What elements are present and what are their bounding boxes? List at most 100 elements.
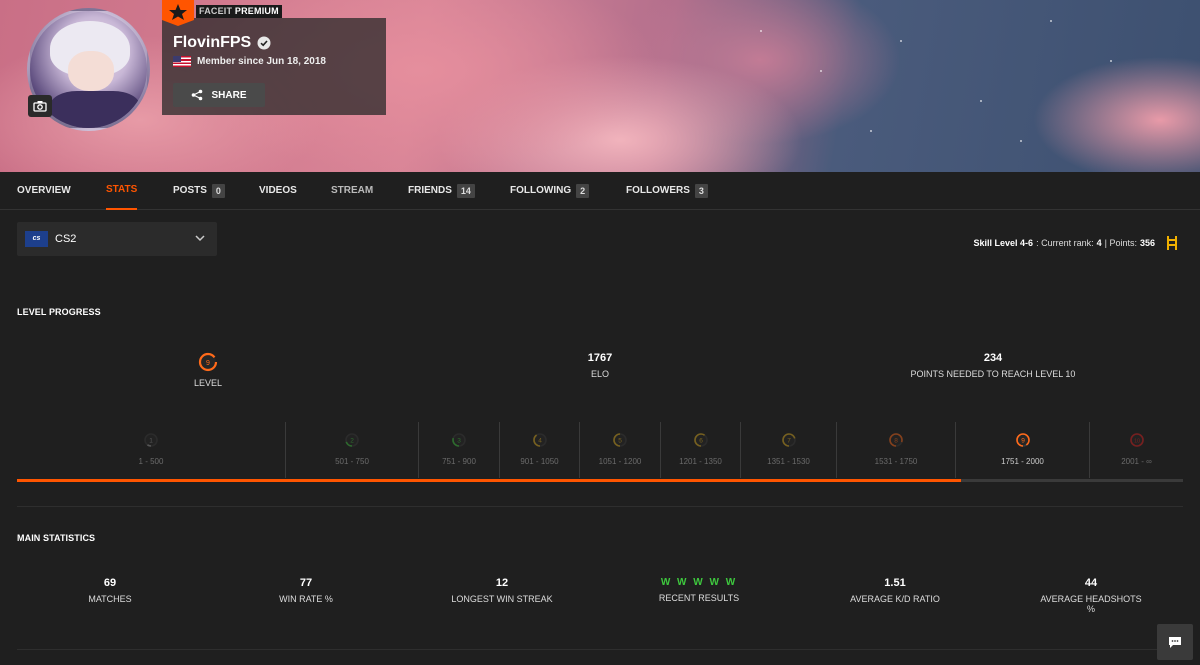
level-8-icon: 8 <box>889 433 903 447</box>
level-segment-9: 9 1751 - 2000 <box>955 422 1089 478</box>
username-text: FlovinFPS <box>173 34 252 51</box>
svg-text:6: 6 <box>699 438 703 445</box>
level-progress-fill <box>17 479 962 482</box>
chevron-down-icon <box>195 235 205 242</box>
tab-videos[interactable]: VIDEOS <box>259 172 297 210</box>
tab-overview[interactable]: OVERVIEW <box>17 172 71 210</box>
level-9-icon: 9 <box>198 352 218 372</box>
member-since: Member since Jun 18, 2018 <box>173 56 326 67</box>
cs2-logo-icon: cs <box>25 231 48 247</box>
recent-results-value: W W W W W <box>660 577 738 588</box>
divider <box>17 506 1183 507</box>
game-select[interactable]: cs CS2 <box>17 222 217 256</box>
stat-recent-results: W W W W W RECENT RESULTS <box>659 577 739 603</box>
posts-count-badge: 0 <box>211 184 225 198</box>
following-count-badge: 2 <box>576 184 590 198</box>
divider <box>17 649 1183 650</box>
level-1-icon: 1 <box>144 433 158 447</box>
level-range: 501 - 750 <box>335 457 369 466</box>
svg-text:9: 9 <box>206 360 210 367</box>
share-label: SHARE <box>211 89 247 101</box>
points-label: | Points: <box>1104 238 1137 248</box>
stat-value: 77 <box>299 577 313 589</box>
elo-value: 1767 <box>587 352 613 364</box>
stat-matches: 69 MATCHES <box>88 577 131 604</box>
svg-text:8: 8 <box>894 438 898 445</box>
level-segment-8: 8 1531 - 1750 <box>836 422 955 478</box>
stat-label: WIN RATE % <box>279 594 333 604</box>
tab-stats[interactable]: STATS <box>106 172 138 210</box>
stat-value: 44 <box>1084 577 1098 589</box>
followers-count-badge: 3 <box>694 184 708 198</box>
level-range: 1 - 500 <box>138 457 164 466</box>
game-select-value: CS2 <box>55 233 77 245</box>
ladder-icon[interactable] <box>1166 236 1178 250</box>
level-range: 751 - 900 <box>442 457 476 466</box>
friends-count-badge: 14 <box>456 184 475 198</box>
tab-friends[interactable]: FRIENDS 14 <box>408 172 475 210</box>
tab-stream[interactable]: STREAM <box>331 172 373 210</box>
tab-posts[interactable]: POSTS 0 <box>173 172 225 210</box>
stat-label: RECENT RESULTS <box>658 593 740 603</box>
stat-label: LONGEST WIN STREAK <box>451 594 553 604</box>
level-3-icon: 3 <box>452 433 466 447</box>
level-range: 2001 - ∞ <box>1121 457 1152 466</box>
svg-text:5: 5 <box>618 438 622 445</box>
svg-text:3: 3 <box>457 438 461 445</box>
stat-longest-win-streak: 12 LONGEST WIN STREAK <box>451 577 552 604</box>
level-segment-10: 10 2001 - ∞ <box>1089 422 1183 478</box>
current-rank: 4 <box>1096 238 1102 248</box>
svg-text:2: 2 <box>350 438 354 445</box>
level-progress-title: LEVEL PROGRESS <box>17 307 101 317</box>
points-value: 356 <box>1139 238 1155 248</box>
stat-kd-ratio: 1.51 AVERAGE K/D RATIO <box>850 577 940 604</box>
share-button[interactable]: SHARE <box>173 83 265 107</box>
level-range: 901 - 1050 <box>520 457 559 466</box>
stat-headshots: 44 AVERAGE HEADSHOTS % <box>1037 577 1146 614</box>
stat-label: AVERAGE K/D RATIO <box>850 594 940 604</box>
stat-value: 12 <box>495 577 509 589</box>
camera-icon[interactable] <box>28 95 52 117</box>
stat-win-rate: 77 WIN RATE % <box>279 577 333 604</box>
level-segment-2: 2 501 - 750 <box>285 422 418 478</box>
verified-icon <box>257 36 271 50</box>
svg-text:4: 4 <box>538 438 542 445</box>
stat-value: 69 <box>103 577 117 589</box>
stat-label: MATCHES <box>88 594 132 604</box>
svg-text:10: 10 <box>1133 439 1139 445</box>
level-segment-6: 6 1201 - 1350 <box>660 422 740 478</box>
level-segment-1: 1 1 - 500 <box>17 422 285 478</box>
svg-text:1: 1 <box>149 438 153 445</box>
skill-info: Skill Level 4-6: Current rank: 4 | Point… <box>974 236 1178 250</box>
current-level: 9 LEVEL <box>194 352 222 388</box>
tab-following[interactable]: FOLLOWING 2 <box>510 172 590 210</box>
username: FlovinFPS <box>173 34 271 52</box>
level-2-icon: 2 <box>345 433 359 447</box>
level-5-icon: 5 <box>613 433 627 447</box>
main-statistics-title: MAIN STATISTICS <box>17 533 96 543</box>
level-6-icon: 6 <box>693 433 708 447</box>
member-since-text: Member since Jun 18, 2018 <box>197 56 326 67</box>
premium-label: FACEIT PREMIUM <box>196 5 282 18</box>
level-7-icon: 7 <box>781 433 796 447</box>
points-needed-value: 234 <box>983 352 1003 364</box>
rank-label: : Current rank: <box>1036 238 1094 248</box>
points-needed-label: POINTS NEEDED TO REACH LEVEL 10 <box>910 369 1076 379</box>
level-9-icon: 9 <box>1015 433 1030 447</box>
share-icon <box>192 89 203 101</box>
level-range: 1751 - 2000 <box>1001 457 1044 466</box>
svg-text:7: 7 <box>787 438 791 445</box>
chat-button[interactable] <box>1157 624 1193 660</box>
level-label: LEVEL <box>193 378 223 388</box>
level-segment-5: 5 1051 - 1200 <box>579 422 660 478</box>
stat-label: AVERAGE HEADSHOTS % <box>1040 594 1142 614</box>
level-4-icon: 4 <box>532 433 547 447</box>
level-range: 1531 - 1750 <box>874 457 918 466</box>
chat-icon <box>1169 636 1181 648</box>
level-segment-7: 7 1351 - 1530 <box>740 422 836 478</box>
tab-followers[interactable]: FOLLOWERS 3 <box>626 172 708 210</box>
us-flag-icon <box>173 56 191 67</box>
svg-text:9: 9 <box>1021 438 1025 445</box>
level-segment-4: 4 901 - 1050 <box>499 422 579 478</box>
skill-level-range: Skill Level 4-6 <box>973 238 1034 248</box>
